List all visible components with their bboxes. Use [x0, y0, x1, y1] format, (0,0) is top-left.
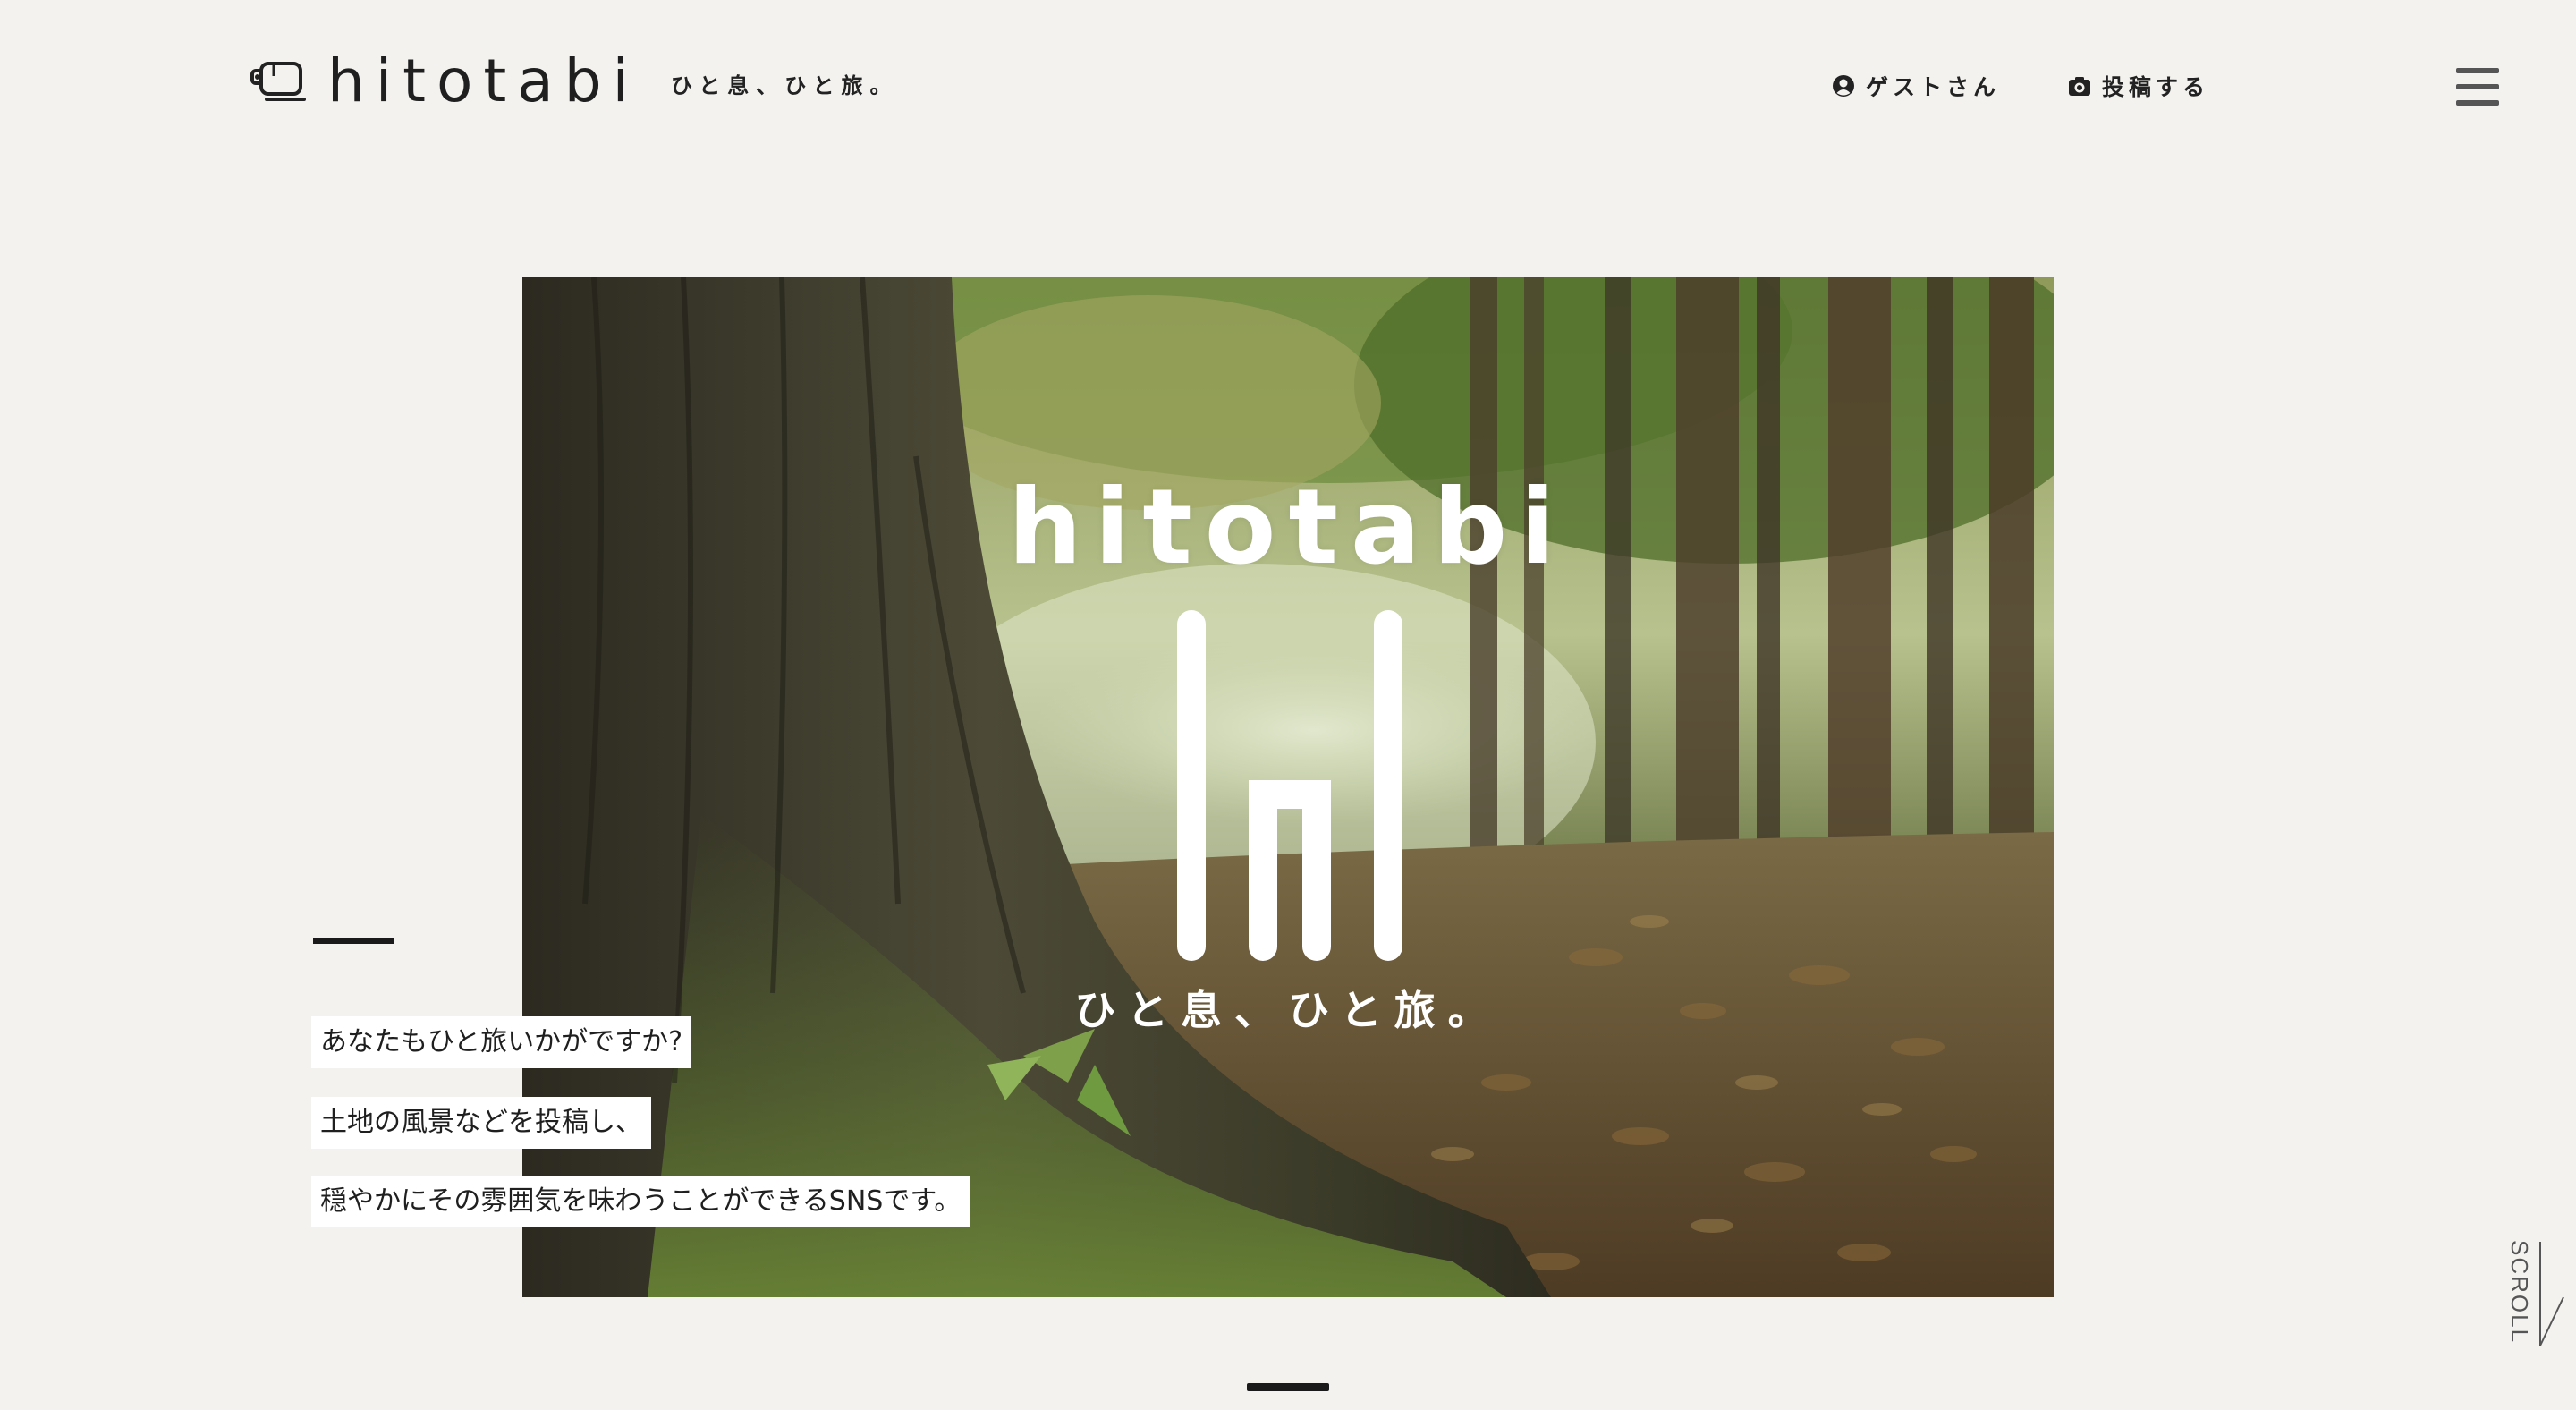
accent-divider [313, 938, 394, 944]
hero-tagline: ひと息、ひと旅。 [1074, 986, 1502, 1034]
h-logo-mark-icon [1177, 610, 1402, 961]
cup-logo-icon [250, 62, 306, 101]
intro-line: あなたもひと旅いかがですか? [311, 1016, 692, 1068]
intro-line: 土地の風景などを投稿し、 [311, 1097, 651, 1149]
intro-line: 穏やかにその雰囲気を味わうことができるSNSです。 [311, 1176, 970, 1227]
guest-user-label: ゲストさん [1866, 74, 2001, 100]
hero-image: hitotabi ひと息、ひと旅。 [522, 277, 2054, 1297]
post-button[interactable]: 投稿する [2068, 70, 2209, 102]
site-logo[interactable]: hitotabi [250, 50, 640, 113]
hamburger-menu-icon[interactable] [2456, 68, 2499, 106]
hero-brand-text: hitotabi [1007, 467, 1568, 588]
slide-indicator[interactable] [1247, 1383, 1329, 1391]
header-tagline: ひと息、ひと旅。 [671, 73, 899, 98]
user-circle-icon [1833, 75, 1854, 97]
logo-text: hitotabi [327, 47, 640, 115]
guest-user-link[interactable]: ゲストさん [1832, 70, 2000, 102]
post-label: 投稿する [2102, 74, 2210, 100]
scroll-label: SCROLL [2506, 1240, 2533, 1345]
camera-icon [2069, 77, 2090, 96]
